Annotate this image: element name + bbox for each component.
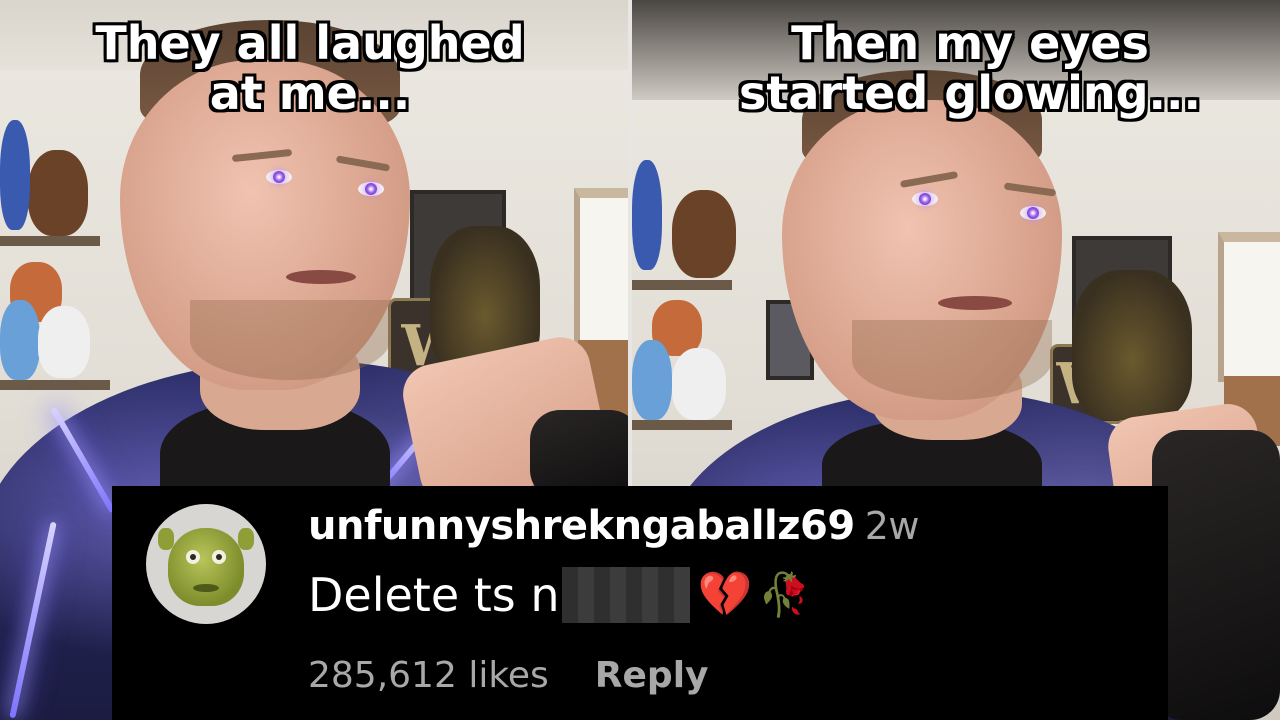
- comment-username-line: unfunnyshrekngaballz69 2w: [308, 500, 919, 552]
- plush-toy: [0, 120, 30, 230]
- comment-actions: 285,612 likes Reply: [308, 652, 709, 700]
- glowing-eye-right: [358, 182, 384, 196]
- shrek-head: [168, 528, 244, 606]
- glowing-eye-left: [912, 192, 938, 206]
- plush-shelf-upper: [632, 280, 732, 290]
- fingerless-glove: [1152, 430, 1280, 720]
- mouth: [286, 270, 356, 284]
- comment-card: unfunnyshrekngaballz69 2w Delete ts n 💔 🥀…: [112, 486, 1168, 720]
- shrek-mouth: [193, 584, 219, 592]
- plush-toy: [672, 190, 736, 278]
- comment-age: 2w: [864, 504, 920, 548]
- glowing-eye-right: [1020, 206, 1046, 220]
- caption-right: Then my eyes started glowing...: [739, 16, 1201, 120]
- beard: [852, 320, 1052, 400]
- infinity-gauntlet: [1072, 270, 1192, 420]
- beard: [190, 300, 390, 380]
- shrek-ear-right: [238, 528, 254, 550]
- plush-toy: [38, 306, 90, 378]
- plush-shelf-lower: [632, 420, 732, 430]
- glowing-eye-left: [266, 170, 292, 184]
- plush-toy: [28, 150, 88, 236]
- comment-username[interactable]: unfunnyshrekngaballz69: [308, 503, 855, 549]
- mouth: [938, 296, 1012, 310]
- shrek-eye-left: [186, 550, 200, 564]
- doorway: [1218, 232, 1280, 382]
- plush-shelf-lower: [0, 380, 110, 390]
- plush-toy: [672, 348, 726, 420]
- reply-button[interactable]: Reply: [595, 652, 709, 700]
- broken-heart-emoji: 💔: [697, 569, 753, 620]
- censor-blur: [561, 567, 690, 623]
- shrek-eye-right: [212, 550, 226, 564]
- comment-text: Delete ts n: [308, 568, 560, 622]
- shrek-avatar[interactable]: [146, 504, 266, 624]
- plush-shelf-upper: [0, 236, 100, 246]
- caption-left: They all laughed at me...: [95, 16, 525, 120]
- comment-body: Delete ts n 💔 🥀: [308, 566, 811, 624]
- wilted-rose-emoji: 🥀: [758, 570, 811, 619]
- plush-toy: [632, 340, 672, 420]
- likes-count[interactable]: 285,612 likes: [308, 652, 549, 700]
- plush-toy: [0, 300, 40, 380]
- plush-toy: [632, 160, 662, 270]
